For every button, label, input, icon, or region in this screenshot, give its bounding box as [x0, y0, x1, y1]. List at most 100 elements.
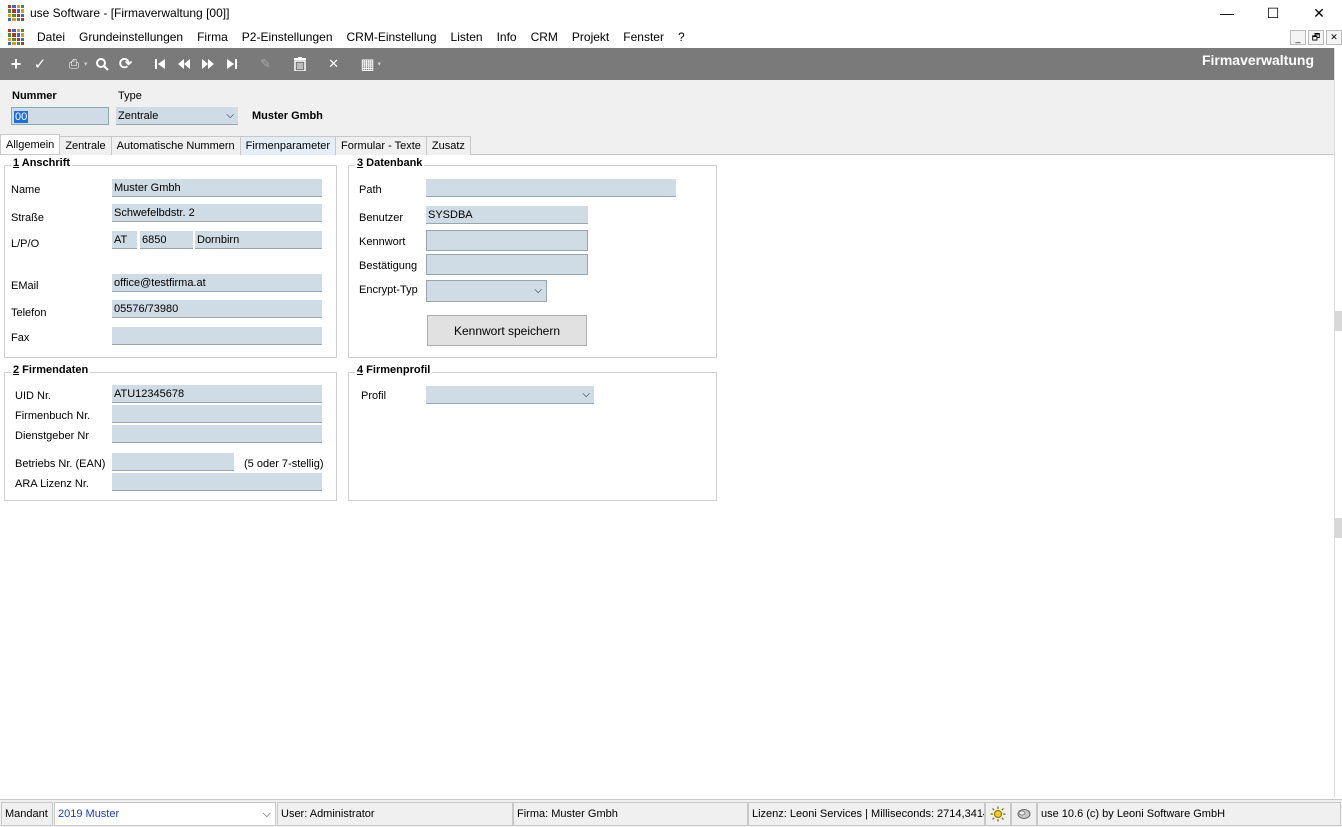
close-button[interactable]: ✕ — [1296, 0, 1342, 26]
firmenbuch-field[interactable] — [112, 405, 322, 423]
status-firma: Firma: Muster Gmbh — [513, 802, 748, 826]
mdi-restore-button[interactable]: 🗗 — [1308, 30, 1324, 45]
grid-dropdown-icon[interactable]: ▾ — [378, 60, 382, 68]
menu-datei[interactable]: Datei — [30, 26, 72, 48]
lpo-label: L/P/O — [11, 238, 40, 250]
type-label: Type — [118, 90, 142, 102]
plz-field[interactable]: 6850 — [140, 231, 193, 249]
collapse-handle-top[interactable] — [1335, 311, 1342, 331]
menu-info[interactable]: Info — [490, 26, 524, 48]
mandant-value: 2019 Muster — [58, 808, 120, 820]
bestaetigung-field[interactable] — [426, 254, 588, 275]
status-version: use 10.6 (c) by Leoni Software GmbH — [1037, 802, 1341, 826]
ara-lizenz-field[interactable] — [112, 473, 322, 491]
refresh-icon[interactable]: ⟳ — [116, 54, 136, 74]
maximize-button[interactable]: ☐ — [1250, 0, 1296, 26]
name-field[interactable]: Muster Gmbh — [112, 179, 322, 197]
previous-record-icon[interactable] — [174, 54, 194, 74]
menu-help[interactable]: ? — [671, 26, 692, 48]
menu-projekt[interactable]: Projekt — [565, 26, 616, 48]
land-field[interactable]: AT — [112, 231, 137, 249]
betriebs-nr-hint: (5 oder 7-stellig) — [244, 458, 324, 470]
add-icon[interactable]: + — [6, 54, 26, 74]
path-field[interactable] — [426, 179, 676, 197]
grid-layout-icon[interactable]: ▦ — [358, 54, 378, 74]
telefon-label: Telefon — [11, 307, 47, 319]
window-title: use Software - [Firmaverwaltung [00]] — [30, 6, 230, 20]
menu-crm[interactable]: CRM — [524, 26, 565, 48]
email-field[interactable]: office@testfirma.at — [112, 274, 322, 292]
ort-field[interactable]: Dornbirn — [195, 231, 322, 249]
menu-p2-einstellungen[interactable]: P2-Einstellungen — [235, 26, 340, 48]
nummer-input[interactable]: 00 — [11, 107, 109, 125]
menu-crm-einstellung[interactable]: CRM-Einstellung — [340, 26, 444, 48]
collapse-handle-bottom[interactable] — [1335, 518, 1342, 538]
search-icon[interactable] — [92, 54, 112, 74]
telefon-field[interactable]: 05576/73980 — [112, 300, 322, 318]
tab-bar: Allgemein Zentrale Automatische Nummern … — [0, 134, 1342, 155]
bestaetigung-label: Bestätigung — [359, 260, 418, 272]
mdi-app-icon[interactable] — [8, 29, 24, 45]
benutzer-field[interactable]: SYSDBA — [426, 206, 588, 224]
type-select[interactable]: Zentrale ⌵ — [116, 107, 238, 125]
status-bar: Mandant 2019 Muster ⌵ User: Administrato… — [0, 799, 1342, 827]
strasse-field[interactable]: Schwefelbdstr. 2 — [112, 204, 322, 222]
status-lizenz: Lizenz: Leoni Services | Milliseconds: 2… — [748, 802, 985, 826]
dienstgeber-field[interactable] — [112, 425, 322, 443]
encrypt-typ-select[interactable]: ⌵ — [426, 280, 547, 302]
title-bar: use Software - [Firmaverwaltung [00]] — … — [0, 0, 1342, 26]
strasse-label: Straße — [11, 212, 45, 224]
delete-icon[interactable] — [290, 54, 310, 74]
mdi-minimize-button[interactable]: _ — [1290, 30, 1306, 45]
nummer-selected-value: 00 — [14, 111, 29, 123]
uid-field[interactable]: ATU12345678 — [112, 385, 322, 403]
minimize-button[interactable]: — — [1204, 0, 1250, 26]
group-title-datenbank: 3 Datenbank — [355, 157, 425, 169]
chevron-down-icon: ⌵ — [262, 808, 271, 820]
tab-automatische-nummern[interactable]: Automatische Nummern — [110, 136, 241, 155]
betriebs-nr-field[interactable] — [112, 453, 234, 471]
group-title-anschrift: 1 Anschrift — [11, 157, 73, 169]
last-record-icon[interactable] — [222, 54, 242, 74]
email-label: EMail — [11, 280, 39, 292]
benutzer-label: Benutzer — [359, 212, 404, 224]
profil-select[interactable]: ⌵ — [426, 386, 594, 404]
betriebs-nr-label: Betriebs Nr. (EAN) — [15, 458, 106, 470]
group-title-firmendaten: 2 Firmendaten — [11, 364, 91, 376]
fax-field[interactable] — [112, 327, 322, 345]
network-status-icon[interactable] — [1011, 802, 1037, 826]
next-record-icon[interactable] — [198, 54, 218, 74]
group-anschrift: 1 Anschrift Name Muster Gmbh Straße Schw… — [4, 157, 337, 358]
name-label: Name — [11, 184, 41, 196]
tab-formular-texte[interactable]: Formular - Texte — [335, 136, 427, 155]
mandant-label: Mandant — [1, 802, 53, 826]
nummer-label: Nummer — [12, 90, 57, 102]
menu-grundeinstellungen[interactable]: Grundeinstellungen — [72, 26, 190, 48]
fax-label: Fax — [11, 332, 30, 344]
first-record-icon[interactable] — [150, 54, 170, 74]
mandant-select[interactable]: 2019 Muster ⌵ — [54, 802, 276, 826]
record-header: Nummer 00 Type Zentrale ⌵ Muster Gmbh — [0, 80, 1342, 136]
print-icon[interactable]: ⎙ — [64, 54, 84, 74]
print-dropdown-icon[interactable]: ▾ — [84, 60, 88, 68]
tab-firmenparameter[interactable]: Firmenparameter — [239, 136, 337, 155]
kennwort-speichern-button[interactable]: Kennwort speichern — [427, 315, 587, 346]
tab-zusatz[interactable]: Zusatz — [425, 136, 471, 155]
chevron-down-icon: ⌵ — [534, 285, 542, 296]
chevron-down-icon: ⌵ — [582, 389, 590, 400]
cancel-icon[interactable]: ✕ — [324, 54, 344, 74]
dienstgeber-label: Dienstgeber Nr — [15, 430, 89, 442]
menu-firma[interactable]: Firma — [190, 26, 235, 48]
sun-status-icon[interactable] — [985, 802, 1011, 826]
mdi-close-button[interactable]: ✕ — [1326, 30, 1342, 45]
save-check-icon[interactable]: ✓ — [30, 54, 50, 74]
menu-fenster[interactable]: Fenster — [616, 26, 671, 48]
right-scroll-strip — [1334, 48, 1342, 798]
group-datenbank: 3 Datenbank Path Benutzer SYSDBA Kennwor… — [348, 157, 717, 358]
tab-zentrale[interactable]: Zentrale — [59, 136, 112, 155]
ara-lizenz-label: ARA Lizenz Nr. — [15, 478, 89, 490]
menu-listen[interactable]: Listen — [444, 26, 490, 48]
group-firmenprofil: 4 Firmenprofil Profil ⌵ — [348, 364, 717, 501]
tab-allgemein[interactable]: Allgemein — [0, 134, 61, 154]
kennwort-field[interactable] — [426, 230, 588, 251]
